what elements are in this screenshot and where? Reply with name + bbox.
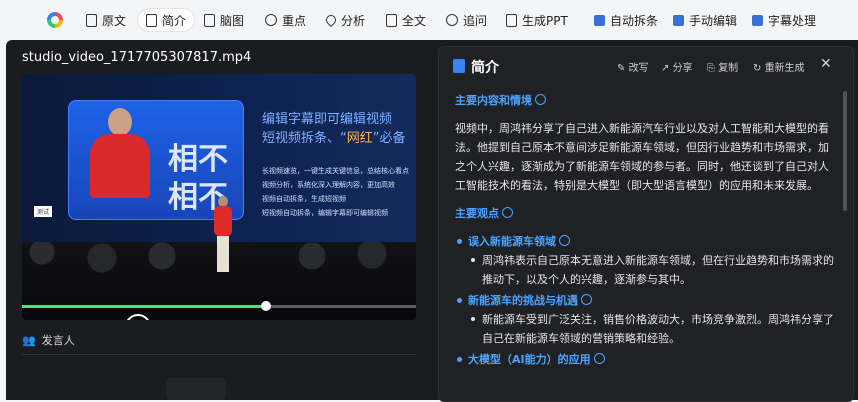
player-controls: ⏮ ⏭ 🔈 ⚙ ⛶: [22, 314, 416, 320]
panel-title: 简介: [471, 60, 499, 76]
info-icon[interactable]: [502, 207, 513, 218]
point-item: 误入新能源车领域: [455, 232, 839, 251]
slide-heading-highlight: 网红: [346, 131, 373, 146]
info-icon[interactable]: [581, 294, 592, 305]
subtitle-icon: [752, 14, 763, 26]
video-player[interactable]: 相不 相不 测试 编辑字幕即可编辑视频 短视频拆条、“网红”必备 长视频速览，一…: [22, 74, 416, 320]
section-heading-text: 主要观点: [455, 207, 499, 220]
point-item: 大模型（AI能力）的应用: [455, 350, 839, 369]
slide-point: 短视频自动拆条，编辑字幕即可编辑视频: [262, 209, 388, 217]
video-filename: studio_video_1717705307817.mp4: [22, 50, 252, 65]
tab-label: 全文: [402, 13, 427, 28]
action-label: 重新生成: [764, 63, 805, 74]
tab-generate-ppt[interactable]: 生成PPT: [506, 9, 568, 31]
faded-item: [166, 378, 226, 400]
ppt-icon: [506, 13, 517, 27]
summary-content: 主要内容和情境 视频中，周鸿祎分享了自己进入新能源汽车行业以及对人工智能和大模型…: [455, 91, 839, 369]
tab-label: 手动编辑: [689, 13, 738, 28]
slide-heading-part: 短视频拆条、“: [262, 131, 347, 146]
info-icon[interactable]: [593, 353, 605, 364]
speaker-figure: [212, 196, 234, 272]
tab-label: 重点: [282, 13, 307, 28]
tab-followup[interactable]: 追问: [446, 9, 487, 31]
speaker-label: 发言人: [41, 334, 75, 347]
main-text: 视频中，周鸿祎分享了自己进入新能源汽车行业以及对人工智能和大模型的看法。他提到自…: [455, 122, 829, 192]
document-icon: [146, 13, 157, 27]
scrollbar[interactable]: [843, 91, 847, 211]
slide-point: 长视频速览，一键生成关键信息，总结核心看点: [262, 167, 409, 175]
slide-heading-line: 编辑字幕即可编辑视频: [262, 112, 393, 127]
slide-heading-part: ”必备: [372, 131, 406, 146]
close-icon[interactable]: ✕: [820, 56, 832, 72]
tab-auto-split[interactable]: 自动拆条: [594, 9, 658, 31]
target-icon: [265, 14, 277, 26]
pin-icon: [323, 12, 339, 28]
people-icon: 👥: [22, 333, 36, 347]
tab-label: 字幕处理: [768, 13, 817, 28]
summary-panel: 简介 ✎ 改写 ↗ 分享 ⎘ 复制 ↻ 重新生成 ✕ 主要内容和情境 视频中，周…: [438, 46, 854, 402]
slide-heading: 编辑字幕即可编辑视频 短视频拆条、“网红”必备: [262, 110, 412, 148]
tab-original[interactable]: 原文: [86, 9, 126, 31]
slide-tag: 测试: [34, 206, 53, 217]
panel-header: 简介 ✎ 改写 ↗ 分享 ⎘ 复制 ↻ 重新生成 ✕: [439, 47, 853, 83]
slide-points: 长视频速览，一键生成关键信息，总结核心看点 视频分析，系统化深入理解内容，更加高…: [262, 164, 412, 220]
slide-point: 视频自动拆条，生成短视频: [262, 195, 346, 203]
regenerate-button[interactable]: ↻ 重新生成: [753, 59, 805, 74]
progress-bar[interactable]: [22, 301, 416, 311]
tab-label: 自动拆条: [610, 13, 659, 28]
play-button[interactable]: [125, 314, 151, 320]
speaker-section[interactable]: 👥 发言人: [22, 332, 75, 348]
edit-icon: [673, 14, 684, 26]
app-logo-icon[interactable]: [47, 12, 63, 28]
video-pane: studio_video_1717705307817.mp4 相不 相不 测试 …: [6, 40, 431, 400]
progress-fill: [22, 305, 267, 308]
tab-summary[interactable]: 简介: [138, 9, 195, 31]
top-toolbar: 原文 简介 脑图 重点 分析 全文 追问 生成PPT 自动拆条 手动编辑 字幕处…: [0, 0, 858, 40]
tab-keypoints[interactable]: 重点: [265, 9, 306, 31]
tab-label: 追问: [463, 13, 488, 28]
document-icon: [386, 13, 397, 27]
mindmap-icon: [204, 13, 215, 27]
point-title: 大模型（AI能力）的应用: [468, 353, 591, 366]
share-button[interactable]: ↗ 分享: [661, 59, 693, 74]
tab-manual-edit[interactable]: 手动编辑: [673, 9, 737, 31]
tab-label: 分析: [341, 13, 366, 28]
tab-analysis[interactable]: 分析: [323, 9, 366, 31]
rewrite-button[interactable]: ✎ 改写: [617, 59, 649, 74]
divider: [22, 354, 416, 355]
workspace: studio_video_1717705307817.mp4 相不 相不 测试 …: [6, 40, 858, 402]
section-heading: 主要观点: [455, 204, 839, 223]
info-icon[interactable]: [535, 94, 546, 105]
tab-subtitles[interactable]: 字幕处理: [752, 9, 816, 31]
slide-point: 视频分析，系统化深入理解内容，更加高效: [262, 181, 395, 189]
copy-button[interactable]: ⎘ 复制: [707, 59, 738, 74]
action-label: 分享: [672, 63, 693, 74]
tab-label: 脑图: [220, 13, 245, 28]
tab-fulltext[interactable]: 全文: [386, 9, 426, 31]
section-heading: 主要内容和情境: [455, 91, 839, 110]
point-detail: 新能源车受到广泛关注，销售价格波动大，市场竞争激烈。周鸿祎分享了自己在新能源车领…: [455, 310, 839, 348]
split-icon: [594, 14, 605, 26]
point-detail: 周鸿祎表示自己原本无意进入新能源车领域，但在行业趋势和市场需求的推动下，以及个人…: [455, 251, 839, 289]
section-heading-text: 主要内容和情境: [455, 94, 532, 107]
info-icon[interactable]: [559, 235, 570, 246]
tab-label: 生成PPT: [522, 13, 568, 28]
summary-icon: [453, 59, 465, 73]
point-item: 新能源车的挑战与机遇: [455, 291, 839, 310]
tab-label: 原文: [102, 13, 127, 28]
point-title: 误入新能源车领域: [468, 235, 556, 248]
document-icon: [86, 13, 97, 27]
action-label: 改写: [628, 63, 649, 74]
point-title: 新能源车的挑战与机遇: [468, 294, 578, 307]
action-label: 复制: [718, 63, 739, 74]
presenter-image: [90, 108, 150, 198]
tab-label: 简介: [162, 13, 187, 28]
tab-mindmap[interactable]: 脑图: [204, 9, 244, 31]
chat-icon: [446, 14, 458, 26]
